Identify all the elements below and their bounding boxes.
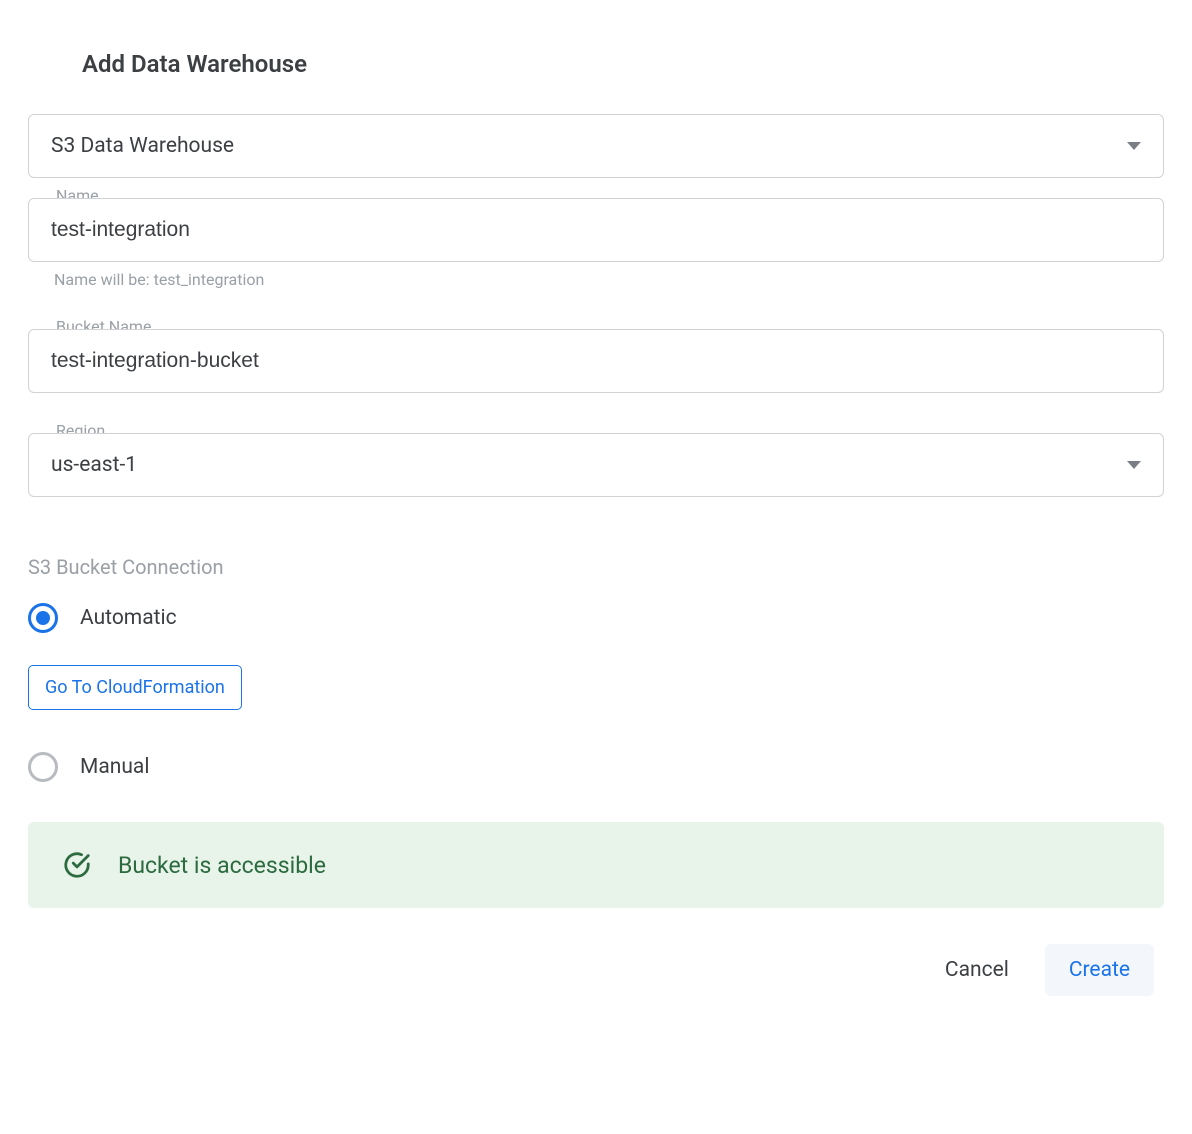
radio-automatic[interactable]: Automatic <box>28 603 1164 633</box>
name-helper-text: Name will be: test_integration <box>54 270 1164 289</box>
region-select[interactable]: us-east-1 <box>28 433 1164 497</box>
check-circle-icon <box>62 850 92 880</box>
footer-actions: Cancel Create <box>28 944 1164 996</box>
chevron-down-icon <box>1127 142 1141 150</box>
cancel-button[interactable]: Cancel <box>945 958 1009 982</box>
bucket-name-input[interactable] <box>51 349 1141 373</box>
name-input-container <box>28 198 1164 262</box>
radio-automatic-label: Automatic <box>80 606 177 630</box>
connection-section-label: S3 Bucket Connection <box>28 555 1164 579</box>
radio-circle-unselected-icon <box>28 752 58 782</box>
status-banner: Bucket is accessible <box>28 822 1164 908</box>
name-input[interactable] <box>51 218 1141 242</box>
radio-manual[interactable]: Manual <box>28 752 1164 782</box>
warehouse-type-select[interactable]: S3 Data Warehouse <box>28 114 1164 178</box>
region-value: us-east-1 <box>51 453 137 477</box>
page-title: Add Data Warehouse <box>82 50 1164 78</box>
radio-circle-selected-icon <box>28 603 58 633</box>
status-message: Bucket is accessible <box>118 852 326 879</box>
chevron-down-icon <box>1127 461 1141 469</box>
go-to-cloudformation-button[interactable]: Go To CloudFormation <box>28 665 242 710</box>
create-button[interactable]: Create <box>1045 944 1154 996</box>
bucket-name-input-container <box>28 329 1164 393</box>
warehouse-type-value: S3 Data Warehouse <box>51 134 234 158</box>
radio-manual-label: Manual <box>80 755 149 779</box>
